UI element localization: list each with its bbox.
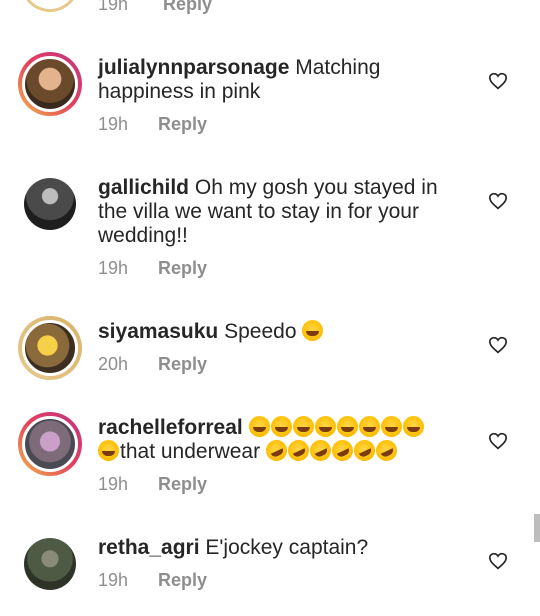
laughing-sweat-emoji-icon xyxy=(302,320,324,341)
heart-icon[interactable] xyxy=(488,432,508,450)
avatar[interactable] xyxy=(18,52,82,116)
avatar[interactable] xyxy=(18,532,82,596)
comment-username[interactable]: gallichild xyxy=(98,176,189,199)
comment-meta: 19h Reply xyxy=(98,0,212,15)
comment-meta: 19h Reply xyxy=(98,258,207,279)
comment-body: E'jockey captain? xyxy=(205,536,369,559)
rolling-laughing-emoji-icon xyxy=(262,436,401,465)
comment-body: Speedo xyxy=(224,320,297,343)
comment-username[interactable]: siyamasuku xyxy=(98,320,218,343)
comment-body: that underwear xyxy=(120,440,261,463)
comment-text: gallichild Oh my gosh you stayed in the … xyxy=(98,176,468,248)
heart-icon[interactable] xyxy=(488,552,508,570)
reply-button[interactable]: Reply xyxy=(158,474,207,495)
avatar[interactable] xyxy=(18,172,82,236)
comment-meta: 20h Reply xyxy=(98,354,207,375)
comment-fragment-top: 19h Reply xyxy=(0,0,540,14)
reply-button[interactable]: Reply xyxy=(158,354,207,375)
comment-time: 19h xyxy=(98,474,129,494)
comment-time: 20h xyxy=(98,354,129,374)
comment-meta: 19h Reply xyxy=(98,474,207,495)
reply-button[interactable]: Reply xyxy=(158,258,207,279)
avatar[interactable] xyxy=(18,412,82,476)
reply-button[interactable]: Reply xyxy=(163,0,212,14)
avatar[interactable] xyxy=(18,316,82,380)
comment-username[interactable]: retha_agri xyxy=(98,536,200,559)
comment-time: 19h xyxy=(98,258,129,278)
comment-text: retha_agri E'jockey captain? xyxy=(98,536,468,560)
comment-time: 19h xyxy=(98,570,129,590)
reply-button[interactable]: Reply xyxy=(158,114,207,135)
comment-text: siyamasuku Speedo xyxy=(98,320,468,344)
comment-meta: 19h Reply xyxy=(98,570,207,591)
heart-icon[interactable] xyxy=(488,72,508,90)
heart-icon[interactable] xyxy=(488,336,508,354)
comment-username[interactable]: rachelleforreal xyxy=(98,416,243,439)
heart-icon[interactable] xyxy=(488,192,508,210)
comment-meta: 19h Reply xyxy=(98,114,207,135)
reply-button[interactable]: Reply xyxy=(158,570,207,591)
comment-text: rachelleforreal that underwear xyxy=(98,416,468,465)
tears-of-joy-emoji-icon xyxy=(248,416,425,439)
comment-time: 19h xyxy=(98,0,129,14)
comment-time: 19h xyxy=(98,114,129,134)
comment-username[interactable]: julialynnparsonage xyxy=(98,56,289,79)
avatar[interactable] xyxy=(20,0,80,12)
tears-of-joy-emoji-icon xyxy=(98,440,119,461)
scrollbar-thumb[interactable] xyxy=(534,514,540,542)
comment-text: julialynnparsonage Matching happiness in… xyxy=(98,56,468,104)
